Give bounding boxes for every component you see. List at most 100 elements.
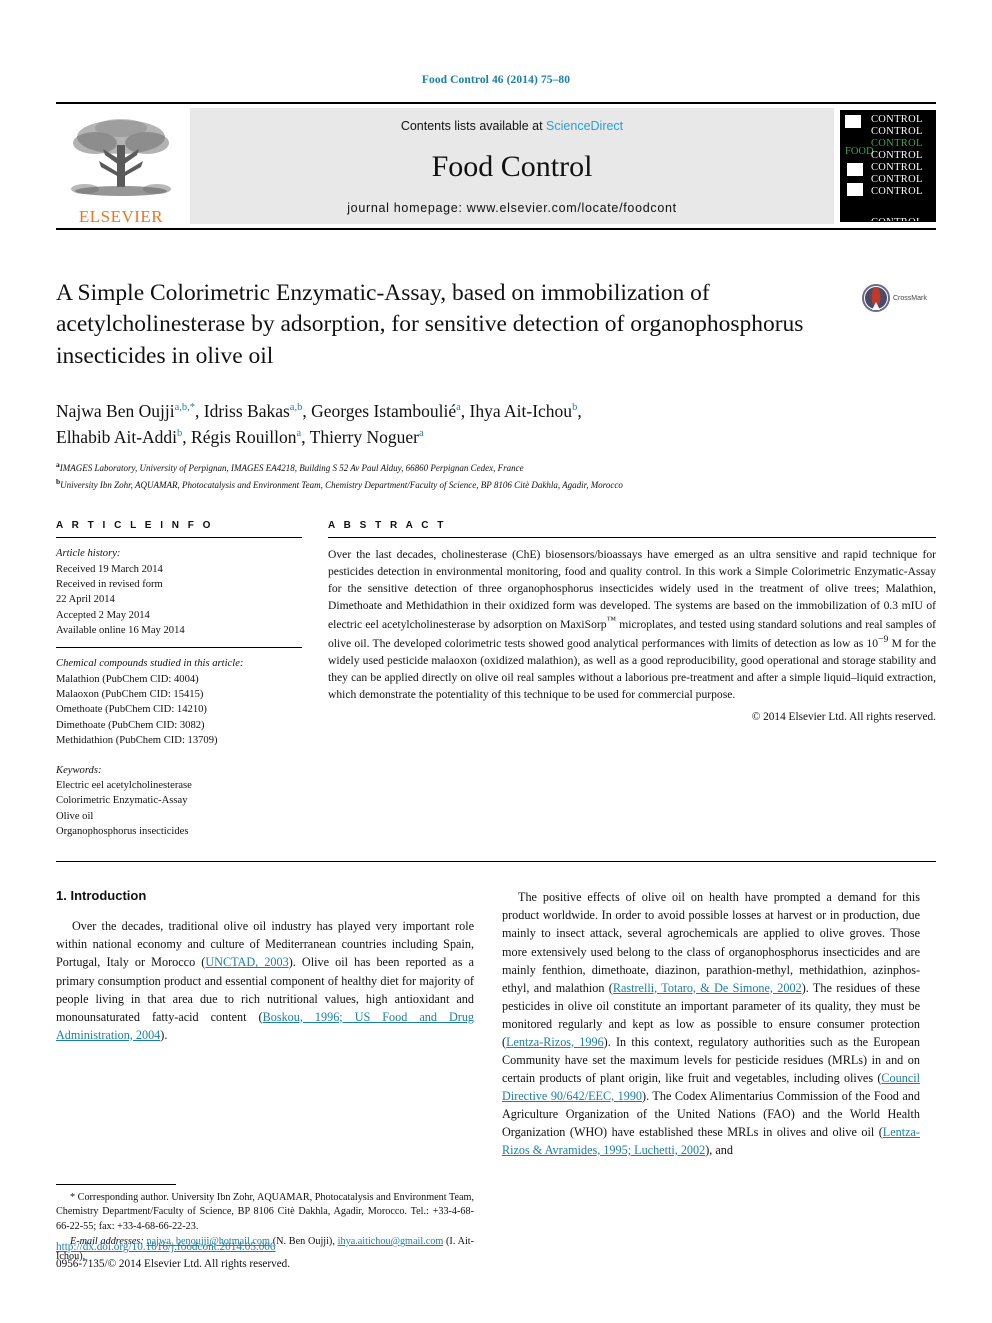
compound-item: Omethoate (PubChem CID: 14210) [56,704,207,716]
affiliation-item: bUniversity Ibn Zohr, AQUAMAR, Photocata… [56,476,936,493]
divider [56,861,936,863]
author-name: Idriss Bakas [203,400,290,421]
cover-food-word: FOOD [845,146,874,157]
journal-masthead: ELSEVIER Contents lists available at Sci… [56,102,936,230]
keyword-item: Olive oil [56,810,94,822]
keyword-item: Colorimetric Enzymatic-Assay [56,795,188,807]
intro-paragraph-right: The positive effects of olive oil on hea… [502,888,920,1159]
doi-link[interactable]: http://dx.doi.org/10.1016/j.foodcont.201… [56,1241,276,1253]
corresponding-author-text: * Corresponding author. University Ibn Z… [56,1191,474,1233]
compounds-label: Chemical compounds studied in this artic… [56,658,244,670]
page-title: A Simple Colorimetric Enzymatic-Assay, b… [56,280,804,369]
email-link-2[interactable]: ihya.aitichou@gmail.com [338,1236,444,1247]
article-info-column: A R T I C L E I N F O Article history: R… [56,520,302,839]
crossmark-icon [862,284,890,312]
title-block: A Simple Colorimetric Enzymatic-Assay, b… [56,278,936,372]
author-name: Ihya Ait-Ichou [469,400,573,421]
author-affil-marker: a,b,* [174,401,196,413]
cover-word: CONTROL [871,150,923,162]
affiliation-list: aIMAGES Laboratory, University of Perpig… [56,459,936,492]
author-affil-marker: a [456,401,461,413]
divider [56,647,302,649]
cover-word: CONTROL [871,162,923,174]
journal-title: Food Control [431,150,593,183]
abstract-heading: A B S T R A C T [328,520,447,532]
cover-word: CONTROL [871,174,923,186]
citation-link[interactable]: UNCTAD, 2003 [205,955,288,969]
author-name: Thierry Noguer [309,427,419,447]
contents-prefix: Contents lists available at [400,119,543,133]
journal-banner: Contents lists available at ScienceDirec… [190,108,834,224]
crossmark-badge[interactable]: CrossMark [862,284,936,312]
crossmark-label: CrossMark [893,294,927,302]
cover-word: CONTROL [871,114,923,125]
history-item: Available online 16 May 2014 [56,625,185,637]
citation-link[interactable]: Rastrelli, Totaro, & De Simone, 2002 [613,981,802,995]
issn-copyright-line: 0956-7135/© 2014 Elsevier Ltd. All right… [56,1258,291,1271]
footer-block: http://dx.doi.org/10.1016/j.foodcont.201… [56,1239,290,1273]
citation-link[interactable]: Lentza-Rizos, 1996 [506,1035,604,1049]
author-affil-marker: a [296,428,302,440]
author-affil-marker: b [572,401,578,413]
author-list: Najwa Ben Oujjia,b,*, Idriss Bakasa,b, G… [56,400,582,447]
body-column-right: The positive effects of olive oil on hea… [502,888,920,1264]
body-columns: 1. Introduction Over the decades, tradit… [56,888,936,1264]
author-name: Najwa Ben Oujji [56,400,175,421]
cover-box-3 [847,183,863,196]
compound-item: Malathion (PubChem CID: 4004) [56,673,199,685]
compound-item: Dimethoate (PubChem CID: 3082) [56,719,205,731]
paper-page: Food Control 46 (2014) 75–80 ELSEVIER Co… [0,0,992,1323]
author-affil-marker: a [418,428,424,440]
cover-box-2 [847,163,863,176]
intro-paragraph-left: Over the decades, traditional olive oil … [56,917,474,1043]
chemical-compounds-block: Chemical compounds studied in this artic… [56,656,302,748]
affiliation-text: IMAGES Laboratory, University of Perpign… [59,463,524,474]
divider [328,537,936,539]
abstract-text: Over the last decades, cholinesterase (C… [328,546,936,703]
affiliation-text: University Ibn Zohr, AQUAMAR, Photocatal… [60,479,623,490]
author-affil-marker: a,b [289,401,303,413]
text-run: ), and [705,1143,733,1158]
compound-item: Malaoxon (PubChem CID: 15415) [56,689,204,701]
author-name: Elhabib Ait-Addi [56,427,178,447]
running-head: Food Control 46 (2014) 75–80 [421,74,571,86]
author-affil-marker: b [177,428,183,440]
text-run: The positive effects of olive oil on hea… [502,890,920,995]
exponent: −9 [878,634,889,646]
sciencedirect-link[interactable]: ScienceDirect [546,119,623,133]
elsevier-wordmark: ELSEVIER [78,207,164,226]
affiliation-item: aIMAGES Laboratory, University of Perpig… [56,459,936,476]
info-abstract-region: A R T I C L E I N F O Article history: R… [56,520,936,839]
history-item: Accepted 2 May 2014 [56,609,150,621]
cover-word: CONTROL [871,126,923,138]
cover-word: CONTROL [871,217,933,221]
author-name: Georges Istamboulié [311,400,457,421]
keywords-label: Keywords: [56,764,102,776]
compound-item: Methidathion (PubChem CID: 13709) [56,735,218,747]
contents-list-line: Contents lists available at ScienceDirec… [401,119,623,133]
cover-word: CONTROL [871,138,923,150]
divider [56,537,302,539]
cover-spacer [871,198,933,216]
section-heading-introduction: 1. Introduction [56,888,147,904]
article-history-block: Article history: Received 19 March 2014 … [56,546,302,638]
trademark-symbol: ™ [606,615,617,627]
journal-homepage[interactable]: journal homepage: www.elsevier.com/locat… [347,201,677,215]
body-column-left: 1. Introduction Over the decades, tradit… [56,888,474,1264]
journal-cover-thumbnail: FOOD CONTROL CONTROL CONTROL CONTROL CON… [840,110,936,222]
article-history-label: Article history: [56,548,121,560]
author-name: Régis Rouillon [191,427,297,447]
text-run: ). [160,1027,168,1042]
keyword-item: Organophosphorus insecticides [56,826,189,837]
copyright-line: © 2014 Elsevier Ltd. All rights reserved… [751,711,936,724]
crossmark-row: CrossMark [862,284,936,312]
cover-box-1 [845,115,861,128]
history-item: Received in revised form [56,578,163,590]
elsevier-logo: ELSEVIER [56,104,186,228]
cover-word: CONTROL [871,186,923,198]
keywords-block: Keywords: Electric eel acetylcholinester… [56,763,302,840]
history-item: 22 April 2014 [56,594,115,606]
keyword-item: Electric eel acetylcholinesterase [56,779,192,791]
